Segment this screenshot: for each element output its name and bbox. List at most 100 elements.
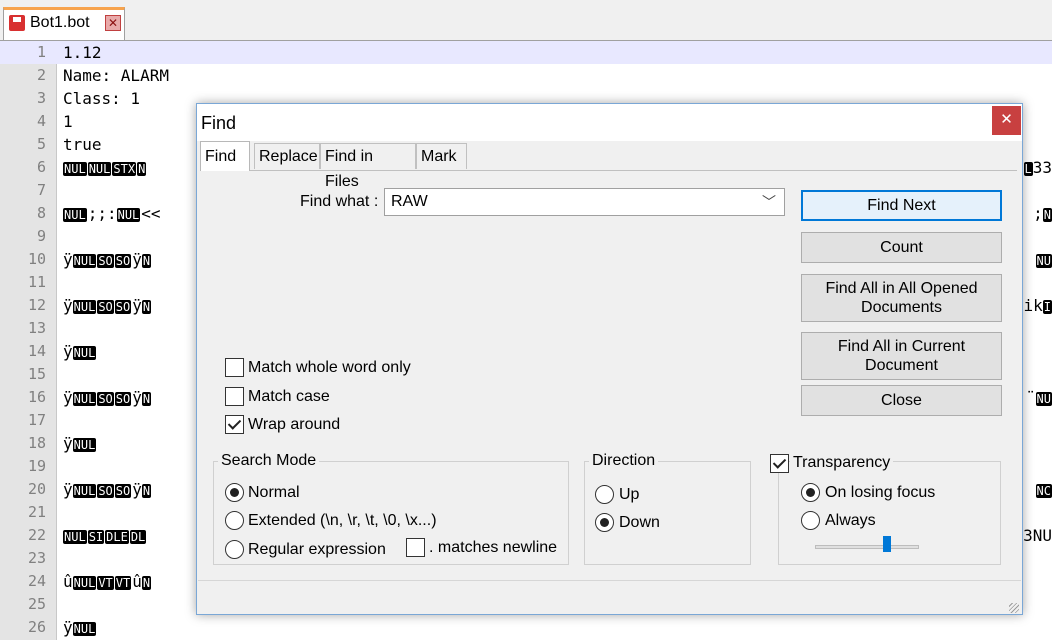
find-what-combobox[interactable]: RAW ﹀ (384, 188, 785, 216)
transparency-checkbox[interactable] (770, 454, 789, 473)
unsaved-file-icon (9, 15, 25, 31)
extended-radio[interactable] (225, 511, 244, 530)
regex-radio[interactable] (225, 540, 244, 559)
find-next-button[interactable]: Find Next (801, 190, 1002, 221)
line-number: 6 (0, 156, 46, 179)
dot-matches-newline-label[interactable]: . matches newline (429, 539, 557, 557)
up-radio[interactable] (595, 485, 614, 504)
control-char: VT (115, 576, 131, 590)
code-text: Class: 1 (63, 89, 140, 108)
find-all-current-button[interactable]: Find All in Current Document (801, 332, 1002, 380)
line-content: 1 (63, 110, 73, 133)
code-text: 1 (63, 112, 73, 131)
line-content: Class: 1 (63, 87, 140, 110)
dialog-close-button[interactable]: ✕ (992, 106, 1021, 135)
on-losing-focus-radio[interactable] (801, 483, 820, 502)
wrap-around-label[interactable]: Wrap around (248, 416, 340, 434)
transparency-slider-thumb[interactable] (883, 536, 891, 552)
line-content-right-fragment: ikI (1024, 294, 1052, 319)
line-number: 8 (0, 202, 46, 225)
document-tab[interactable]: Bot1.bot ✕ (3, 7, 125, 40)
line-content: ûNULVTVTûN (63, 570, 152, 595)
always-radio[interactable] (801, 511, 820, 530)
close-button[interactable]: Close (801, 385, 1002, 416)
tab-find-in-files[interactable]: Find in Files (320, 143, 416, 169)
down-radio[interactable] (595, 513, 614, 532)
line-number: 18 (0, 432, 46, 455)
count-label: Count (880, 238, 923, 257)
match-whole-word-checkbox[interactable] (225, 358, 244, 377)
line-number: 16 (0, 386, 46, 409)
tab-find[interactable]: Find (200, 141, 250, 171)
normal-radio[interactable] (225, 483, 244, 502)
document-tab-label: Bot1.bot (30, 14, 90, 32)
control-char: NU (1036, 392, 1052, 406)
dialog-title-bar[interactable]: Find ✕ (197, 104, 1022, 141)
line-content: ÿNUL (63, 340, 97, 365)
control-char: N (1043, 208, 1052, 222)
control-char: N (142, 576, 151, 590)
code-text: ik (1024, 296, 1043, 315)
editor-line[interactable]: 26ÿNUL (0, 616, 1052, 639)
down-label[interactable]: Down (619, 514, 660, 532)
code-text: ;;: (88, 204, 117, 223)
chevron-down-icon[interactable]: ﹀ (762, 192, 776, 212)
tab-close-icon[interactable]: ✕ (105, 15, 121, 31)
line-number: 26 (0, 616, 46, 639)
always-label[interactable]: Always (825, 512, 876, 530)
control-char: SO (97, 392, 113, 406)
match-case-label[interactable]: Match case (248, 388, 330, 406)
find-all-current-label-1: Find All in Current (838, 337, 965, 356)
control-char: N (142, 392, 151, 406)
regex-label[interactable]: Regular expression (248, 541, 386, 559)
line-number: 5 (0, 133, 46, 156)
dot-matches-newline-checkbox[interactable] (406, 538, 425, 557)
tab-mark[interactable]: Mark (416, 143, 467, 169)
on-losing-focus-label[interactable]: On losing focus (825, 484, 935, 502)
control-char: NUL (73, 622, 97, 636)
line-content: true (63, 133, 102, 156)
extended-label[interactable]: Extended (\n, \r, \t, \0, \x...) (248, 512, 437, 530)
dialog-status-bar (198, 580, 1021, 615)
editor-line[interactable]: 11.12 (0, 41, 1052, 64)
line-number: 19 (0, 455, 46, 478)
line-content: 1.12 (63, 41, 102, 64)
up-label[interactable]: Up (619, 486, 639, 504)
line-content: ÿNULSOSOÿN (63, 294, 152, 319)
control-char: SO (115, 254, 131, 268)
match-case-checkbox[interactable] (225, 387, 244, 406)
control-char: NUL (117, 208, 141, 222)
control-char: NC (1036, 484, 1052, 498)
document-tab-bar: Bot1.bot ✕ (0, 0, 1052, 41)
line-content-right-fragment: NU (1036, 248, 1052, 273)
resize-grip-icon[interactable] (1009, 603, 1019, 613)
code-text: ÿ (132, 480, 142, 499)
code-text: ÿ (63, 296, 73, 315)
control-char: NUL (88, 162, 112, 176)
editor-line[interactable]: 2 Name: ALARM (0, 64, 1052, 87)
transparency-title[interactable]: Transparency (790, 454, 893, 472)
match-whole-word-label[interactable]: Match whole word only (248, 359, 411, 377)
line-content: NUL;;:NUL<< (63, 202, 161, 227)
line-number: 2 (0, 64, 46, 87)
line-number: 7 (0, 179, 46, 202)
control-char: N (142, 300, 151, 314)
code-text: Name: ALARM (63, 66, 169, 85)
line-number: 20 (0, 478, 46, 501)
count-button[interactable]: Count (801, 232, 1002, 263)
line-number: 3 (0, 87, 46, 110)
control-char: SO (115, 484, 131, 498)
find-what-input[interactable]: RAW (391, 193, 428, 211)
find-next-label: Find Next (867, 196, 935, 215)
control-char: SO (97, 300, 113, 314)
control-char: NUL (63, 530, 87, 544)
normal-label[interactable]: Normal (248, 484, 300, 502)
find-all-opened-button[interactable]: Find All in All Opened Documents (801, 274, 1002, 322)
transparency-slider-track[interactable] (815, 545, 919, 549)
code-text: true (63, 135, 102, 154)
wrap-around-checkbox[interactable] (225, 415, 244, 434)
control-char: STX (112, 162, 136, 176)
control-char: NUL (63, 162, 87, 176)
tab-replace[interactable]: Replace (254, 143, 320, 169)
dialog-title: Find (201, 113, 236, 134)
